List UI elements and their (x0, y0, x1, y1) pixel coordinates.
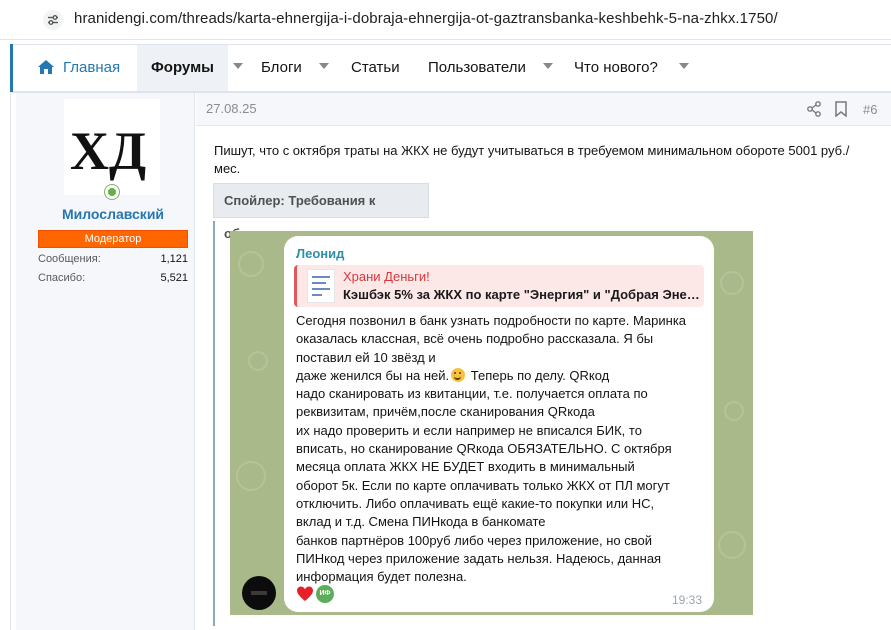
stat-thanks-label: Спасибо: (38, 272, 86, 284)
address-bar[interactable]: hranidengi.com/threads/karta-ehnergija-i… (0, 0, 891, 40)
nav-blogs-label: Блоги (261, 59, 302, 76)
author-role-badge: Модератор (38, 230, 188, 248)
nav-forums-label: Форумы (151, 59, 214, 76)
stat-thanks-value: 5,521 (160, 272, 188, 284)
nav-home[interactable]: Главная (37, 45, 120, 91)
message-time: 19:33 (671, 593, 702, 607)
avatar[interactable]: ХД (64, 99, 160, 195)
nav-home-label: Главная (63, 59, 121, 76)
online-status-icon (104, 184, 120, 200)
message-line: оборот 5к. Если по карте оплачивать толь… (296, 477, 670, 493)
nav-forums-dropdown[interactable] (223, 45, 243, 91)
chevron-down-icon (543, 63, 553, 69)
site-info-icon[interactable] (42, 9, 64, 31)
message-line: их надо проверить и если например не впи… (296, 422, 642, 438)
quoted-message: Храни Деньги! Кэшбэк 5% за ЖКХ по карте … (294, 265, 704, 307)
quote-text: Кэшбэк 5% за ЖКХ по карте "Энергия" и "Д… (343, 287, 700, 302)
message-line: вклад и т.д. Смена ПИНкода в банкомате (296, 514, 546, 530)
message-line-part: даже женился бы на ней. (296, 367, 450, 383)
post-text-line: Пишут, что с октября траты на ЖКХ не буд… (214, 143, 850, 158)
url-text[interactable]: hranidengi.com/threads/karta-ehnergija-i… (74, 10, 778, 27)
telegram-screenshot[interactable]: Леонид Храни Деньги! Кэшбэк 5% за ЖКХ по… (230, 231, 753, 615)
post-author-sidebar: ХД Милославский Модератор Сообщения: 1,1… (16, 93, 195, 630)
author-name[interactable]: Милославский (38, 206, 188, 222)
chevron-down-icon (233, 63, 243, 69)
message-line: банков партнёров 100руб либо через прило… (296, 532, 652, 548)
share-icon[interactable] (806, 101, 822, 117)
main-navigation: Главная Форумы Блоги Статьи Пользователи… (10, 44, 891, 92)
message-line-part: Теперь по делу. QRкод (467, 367, 610, 383)
post-text: Пишут, что с октября траты на ЖКХ не буд… (214, 142, 880, 178)
post-header: 27.08.25 #6 (196, 93, 891, 126)
nav-whats-new-label: Что нового? (574, 59, 658, 76)
message-line: Сегодня позвонил в банк узнать подробнос… (296, 313, 687, 328)
message-line: реквизитам, причём,после сканирования QR… (296, 404, 595, 420)
message-line: надо сканировать из квитанции, т.е. полу… (296, 386, 648, 402)
bookmark-icon[interactable] (834, 101, 848, 118)
message-text: Сегодня позвонил в банк узнать подробнос… (296, 312, 708, 586)
chevron-down-icon (679, 63, 689, 69)
nav-users[interactable]: Пользователи (428, 45, 526, 91)
stat-messages-label: Сообщения: (38, 253, 101, 265)
message-line: месяца оплата ЖКХ НЕ БУДЕТ входить в мин… (296, 459, 635, 475)
quote-thumbnail (307, 269, 335, 303)
reaction-user-avatar: ИФ (316, 585, 334, 603)
nav-users-dropdown[interactable] (533, 45, 553, 91)
nav-articles[interactable]: Статьи (351, 45, 400, 91)
stat-messages: Сообщения: 1,121 (38, 253, 188, 265)
nav-forums[interactable]: Форумы (137, 45, 228, 91)
message-line: вписать, но сканирование QRкода ОБЯЗАТЕЛ… (296, 441, 672, 457)
avatar-logo: ХД (64, 99, 160, 195)
nav-articles-label: Статьи (351, 59, 400, 76)
message-line: поставил ей 10 звёзд и (296, 349, 436, 365)
nav-users-label: Пользователи (428, 59, 526, 76)
quote-title: Храни Деньги! (343, 269, 430, 284)
post-date[interactable]: 27.08.25 (206, 101, 257, 116)
heart-reaction-icon (296, 585, 314, 603)
chat-avatar (242, 576, 276, 610)
message-line: даже женился бы на ней. Теперь по делу. … (296, 367, 708, 385)
smile-emoji-icon (451, 367, 466, 382)
message-line: ПИНкод через приложение задать нельзя. Н… (296, 550, 662, 566)
message-sender: Леонид (296, 246, 345, 261)
post-text-line: мес. (214, 161, 241, 176)
spoiler-toggle-button[interactable]: Спойлер: Требования к обороту (213, 183, 429, 241)
message-line: информация будет полезна. (296, 569, 467, 585)
nav-blogs-dropdown[interactable] (309, 45, 329, 91)
chat-message-bubble: Леонид Храни Деньги! Кэшбэк 5% за ЖКХ по… (284, 236, 714, 612)
avatar-text: ХД (70, 121, 146, 181)
stat-thanks: Спасибо: 5,521 (38, 272, 188, 284)
chevron-down-icon (319, 63, 329, 69)
message-line: отключить. Либо оплачивать ещё какие-то … (296, 495, 655, 511)
stat-messages-value: 1,121 (160, 253, 188, 265)
message-line: оказалась классная, всё очень подробно р… (296, 331, 654, 347)
nav-whats-new[interactable]: Что нового? (574, 45, 658, 91)
post-number[interactable]: #6 (863, 102, 877, 117)
nav-blogs[interactable]: Блоги (261, 45, 302, 91)
home-icon (37, 48, 57, 94)
nav-whats-new-dropdown[interactable] (669, 45, 689, 91)
